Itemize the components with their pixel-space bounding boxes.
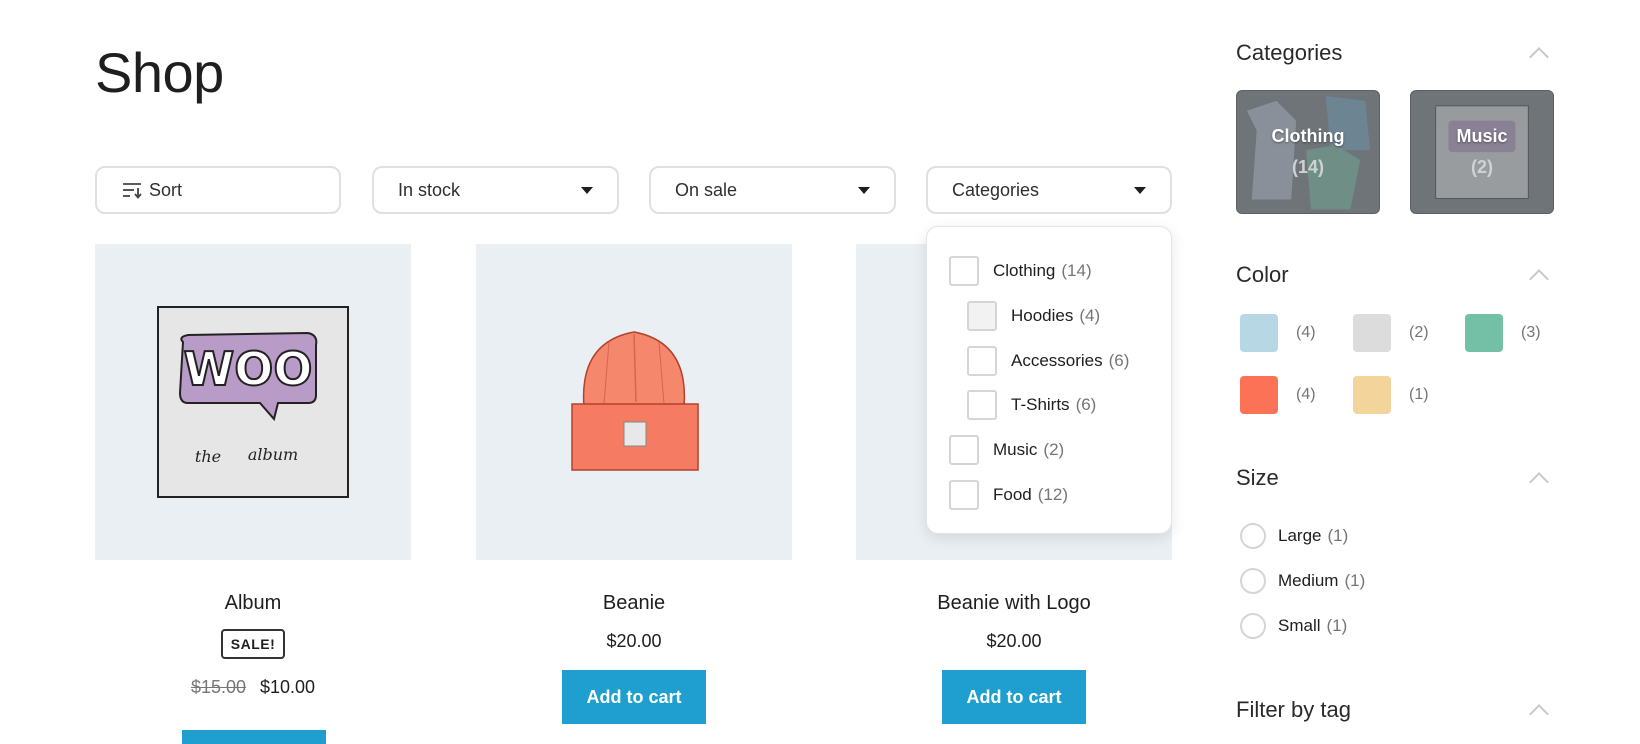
checkbox[interactable] xyxy=(949,435,979,466)
size-option-large[interactable]: Large (1) xyxy=(1240,523,1348,549)
checkbox[interactable] xyxy=(949,256,979,287)
add-to-cart-button[interactable]: Add to cart xyxy=(562,670,706,724)
category-card-count: (2) xyxy=(1471,157,1493,177)
checkbox[interactable] xyxy=(967,301,997,332)
radio[interactable] xyxy=(1240,523,1266,549)
color-swatch-red[interactable] xyxy=(1240,376,1278,414)
chevron-up-icon[interactable] xyxy=(1529,704,1549,724)
chevron-up-icon[interactable] xyxy=(1529,269,1549,289)
categories-label: Categories xyxy=(952,179,1040,200)
color-swatch-blue[interactable] xyxy=(1240,314,1278,352)
original-price: $15.00 xyxy=(190,677,246,697)
in-stock-select[interactable]: In stock xyxy=(372,166,619,214)
size-option-medium[interactable]: Medium (1) xyxy=(1240,568,1365,594)
music-image xyxy=(1435,105,1529,199)
on-sale-select[interactable]: On sale xyxy=(649,166,896,214)
add-to-cart-button[interactable] xyxy=(182,730,326,744)
swatch-count: (4) xyxy=(1296,386,1316,403)
beanie-image xyxy=(571,331,699,471)
category-card-clothing[interactable]: Clothing (14) xyxy=(1236,90,1380,214)
product-price: $20.00 xyxy=(606,631,662,651)
album-logo-text: WOO xyxy=(184,342,313,396)
in-stock-label: In stock xyxy=(398,179,461,200)
size-widget-title: Size xyxy=(1236,465,1279,490)
album-caption-right: album xyxy=(248,445,298,464)
swatch-count: (4) xyxy=(1296,324,1316,341)
clothing-image xyxy=(1246,95,1371,210)
radio[interactable] xyxy=(1240,568,1266,594)
add-to-cart-button[interactable]: Add to cart xyxy=(942,670,1086,724)
sale-price: $10.00 xyxy=(260,677,316,697)
category-option-food[interactable]: Food (12) xyxy=(927,472,1171,517)
category-option-t-shirts[interactable]: T-Shirts (6) xyxy=(927,383,1171,428)
radio[interactable] xyxy=(1240,613,1266,639)
color-swatch-yellow[interactable] xyxy=(1353,376,1391,414)
on-sale-label: On sale xyxy=(675,179,738,200)
color-swatch-green[interactable] xyxy=(1465,314,1503,352)
product-album: WOO the album Album SALE! $15.00 $10.00 xyxy=(95,244,411,698)
swatch-count: (2) xyxy=(1409,324,1429,341)
categories-dropdown: Clothing (14) Hoodies (4) Accessories (6) T… xyxy=(926,226,1172,534)
album-art-image: WOO the album xyxy=(157,306,349,498)
category-card-name: Music xyxy=(1456,126,1508,146)
checkbox[interactable] xyxy=(967,390,997,421)
caret-down-icon xyxy=(1134,186,1146,194)
category-option-accessories[interactable]: Accessories (6) xyxy=(927,338,1171,383)
product-beanie: Beanie $20.00 Add to cart xyxy=(476,244,792,724)
product-name[interactable]: Beanie xyxy=(476,592,792,615)
sale-badge: SALE! xyxy=(220,629,286,659)
product-price: $20.00 xyxy=(986,631,1042,651)
color-swatch-gray[interactable] xyxy=(1353,314,1391,352)
caret-down-icon xyxy=(581,186,593,194)
product-name[interactable]: Album xyxy=(95,592,411,615)
swatch-count: (3) xyxy=(1521,324,1541,341)
product-image-beanie[interactable] xyxy=(476,244,792,560)
category-option-hoodies[interactable]: Hoodies (4) xyxy=(927,294,1171,339)
page-title: Shop xyxy=(95,41,224,104)
product-name[interactable]: Beanie with Logo xyxy=(856,592,1172,615)
category-card-music[interactable]: Music (2) xyxy=(1410,90,1554,214)
filter-by-tag-widget-title: Filter by tag xyxy=(1236,697,1351,722)
chevron-up-icon[interactable] xyxy=(1529,47,1549,67)
caret-down-icon xyxy=(858,186,870,194)
chevron-up-icon[interactable] xyxy=(1529,472,1549,492)
swatch-count: (1) xyxy=(1409,386,1429,403)
category-option-music[interactable]: Music (2) xyxy=(927,428,1171,473)
categories-select[interactable]: Categories xyxy=(926,166,1172,214)
sort-label: Sort xyxy=(149,179,183,200)
categories-widget-title: Categories xyxy=(1236,40,1343,65)
size-option-small[interactable]: Small (1) xyxy=(1240,613,1347,639)
category-card-count: (14) xyxy=(1291,157,1324,177)
product-image-album[interactable]: WOO the album xyxy=(95,244,411,560)
album-caption-left: the xyxy=(195,447,221,466)
checkbox[interactable] xyxy=(967,345,997,376)
color-widget-title: Color xyxy=(1236,262,1289,287)
sort-button[interactable]: Sort xyxy=(95,166,341,214)
sort-icon xyxy=(123,183,142,199)
checkbox[interactable] xyxy=(949,479,979,510)
category-card-name: Clothing xyxy=(1271,126,1345,146)
category-option-clothing[interactable]: Clothing (14) xyxy=(927,249,1171,294)
